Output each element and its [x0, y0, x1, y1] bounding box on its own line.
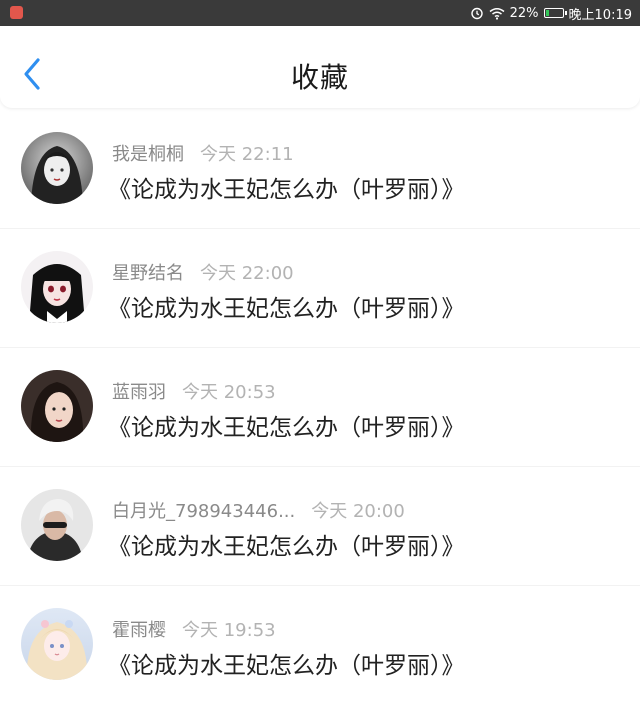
item-meta: 我是桐桐 今天 22:11: [112, 140, 294, 166]
favorite-title[interactable]: 《论成为水王妃怎么办（叶罗丽）》: [108, 408, 465, 442]
status-bar: 22% 晚上10:19: [0, 0, 640, 26]
list-item[interactable]: 我是桐桐 今天 22:11 《论成为水王妃怎么办（叶罗丽）》: [0, 110, 640, 229]
favorites-list: 我是桐桐 今天 22:11 《论成为水王妃怎么办（叶罗丽）》 星野结名 今天 22:…: [0, 110, 640, 705]
user-name[interactable]: 蓝雨羽: [112, 382, 166, 403]
timestamp: 今天 22:00: [200, 263, 294, 284]
user-name[interactable]: 我是桐桐: [112, 144, 184, 165]
app-notification-icon: [10, 6, 23, 19]
page-title: 收藏: [290, 61, 349, 94]
favorite-title[interactable]: 《论成为水王妃怎么办（叶罗丽）》: [108, 289, 465, 323]
item-meta: 星野结名 今天 22:00: [112, 259, 294, 285]
user-name[interactable]: 星野结名: [112, 263, 184, 284]
item-meta: 白月光_798943446... 今天 20:00: [112, 497, 405, 523]
clock: 晚上10:19: [568, 7, 632, 23]
list-item[interactable]: 霍雨樱 今天 19:53 《论成为水王妃怎么办（叶罗丽）》: [0, 586, 640, 705]
timestamp: 今天 22:11: [200, 144, 294, 165]
item-meta: 蓝雨羽 今天 20:53: [112, 378, 276, 404]
wifi-icon: [489, 7, 505, 20]
timestamp: 今天 19:53: [182, 620, 276, 641]
page-header: 收藏: [0, 26, 640, 108]
avatar[interactable]: [21, 132, 93, 204]
item-meta: 霍雨樱 今天 19:53: [112, 616, 276, 642]
avatar[interactable]: [21, 489, 93, 561]
list-item[interactable]: 白月光_798943446... 今天 20:00 《论成为水王妃怎么办（叶罗丽）…: [0, 467, 640, 586]
list-item[interactable]: 蓝雨羽 今天 20:53 《论成为水王妃怎么办（叶罗丽）》: [0, 348, 640, 467]
alarm-icon: [470, 7, 483, 20]
battery-icon: [543, 8, 567, 18]
timestamp: 今天 20:00: [311, 501, 405, 522]
list-item[interactable]: 星野结名 今天 22:00 《论成为水王妃怎么办（叶罗丽）》: [0, 229, 640, 348]
favorite-title[interactable]: 《论成为水王妃怎么办（叶罗丽）》: [108, 646, 465, 680]
battery-percent: 22%: [509, 5, 539, 21]
avatar[interactable]: [21, 370, 93, 442]
avatar[interactable]: [21, 608, 93, 680]
user-name[interactable]: 霍雨樱: [112, 620, 166, 641]
favorite-title[interactable]: 《论成为水王妃怎么办（叶罗丽）》: [108, 527, 465, 561]
timestamp: 今天 20:53: [182, 382, 276, 403]
favorite-title[interactable]: 《论成为水王妃怎么办（叶罗丽）》: [108, 170, 465, 204]
status-icons: 22% 晚上10:19: [470, 4, 632, 23]
avatar[interactable]: [21, 251, 93, 323]
user-name[interactable]: 白月光_798943446...: [112, 501, 295, 522]
